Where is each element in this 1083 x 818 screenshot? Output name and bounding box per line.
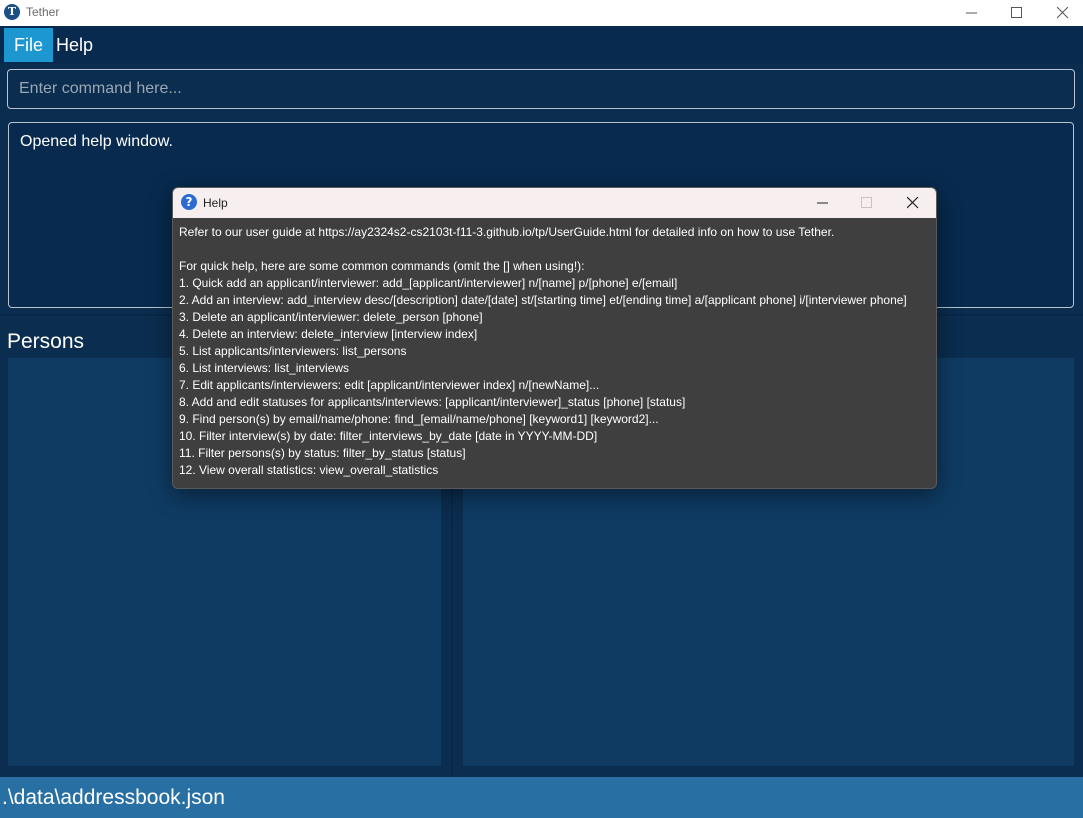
menu-bar: File Help xyxy=(0,26,1083,64)
result-message: Opened help window. xyxy=(20,133,173,150)
help-maximize-button xyxy=(845,188,889,218)
command-item: 2. Add an interview: add_interview desc/… xyxy=(179,293,907,307)
minimize-icon xyxy=(817,202,828,204)
command-item: 11. Filter persons(s) by status: filter_… xyxy=(179,446,466,460)
window-title: Tether xyxy=(26,5,60,19)
command-item: 3. Delete an applicant/interviewer: dele… xyxy=(179,310,483,324)
close-button[interactable] xyxy=(1040,0,1083,26)
help-close-button[interactable] xyxy=(891,188,935,218)
user-guide-text[interactable]: Refer to our user guide at https://ay232… xyxy=(179,224,931,241)
help-content: Refer to our user guide at https://ay232… xyxy=(179,224,931,479)
quick-help-heading: For quick help, here are some common com… xyxy=(179,259,585,273)
command-item: 9. Find person(s) by email/name/phone: f… xyxy=(179,412,659,426)
command-item: 7. Edit applicants/interviewers: edit [a… xyxy=(179,378,600,392)
help-dialog-title: Help xyxy=(203,196,228,210)
app-logo-icon: T xyxy=(4,4,20,20)
command-box xyxy=(7,69,1075,109)
save-location: .\data\addressbook.json xyxy=(2,786,225,809)
window-titlebar[interactable]: T Tether xyxy=(0,0,1083,26)
maximize-button[interactable] xyxy=(994,0,1040,26)
command-item: 10. Filter interview(s) by date: filter_… xyxy=(179,429,598,443)
menu-help[interactable]: Help xyxy=(46,28,103,62)
status-bar: .\data\addressbook.json xyxy=(0,777,1083,818)
maximize-icon xyxy=(1011,7,1022,18)
maximize-icon xyxy=(861,197,872,208)
help-question-icon: ? xyxy=(181,194,197,210)
help-minimize-button[interactable] xyxy=(801,188,845,218)
command-input[interactable] xyxy=(8,70,1074,108)
command-item: 1. Quick add an applicant/interviewer: a… xyxy=(179,276,678,290)
command-item: 5. List applicants/interviewers: list_pe… xyxy=(179,344,407,358)
close-icon xyxy=(907,197,919,209)
minimize-button[interactable] xyxy=(949,0,995,26)
help-dialog: ? Help Refer to our user guide at https:… xyxy=(172,187,937,489)
command-item: 4. Delete an interview: delete_interview… xyxy=(179,327,478,341)
close-icon xyxy=(1057,7,1069,19)
command-item: 8. Add and edit statuses for applicants/… xyxy=(179,395,686,409)
help-dialog-titlebar[interactable]: ? Help xyxy=(173,188,936,218)
command-item: 12. View overall statistics: view_overal… xyxy=(179,463,439,477)
minimize-icon xyxy=(966,12,977,14)
command-item: 6. List interviews: list_interviews xyxy=(179,361,350,375)
persons-heading: Persons xyxy=(7,330,85,353)
